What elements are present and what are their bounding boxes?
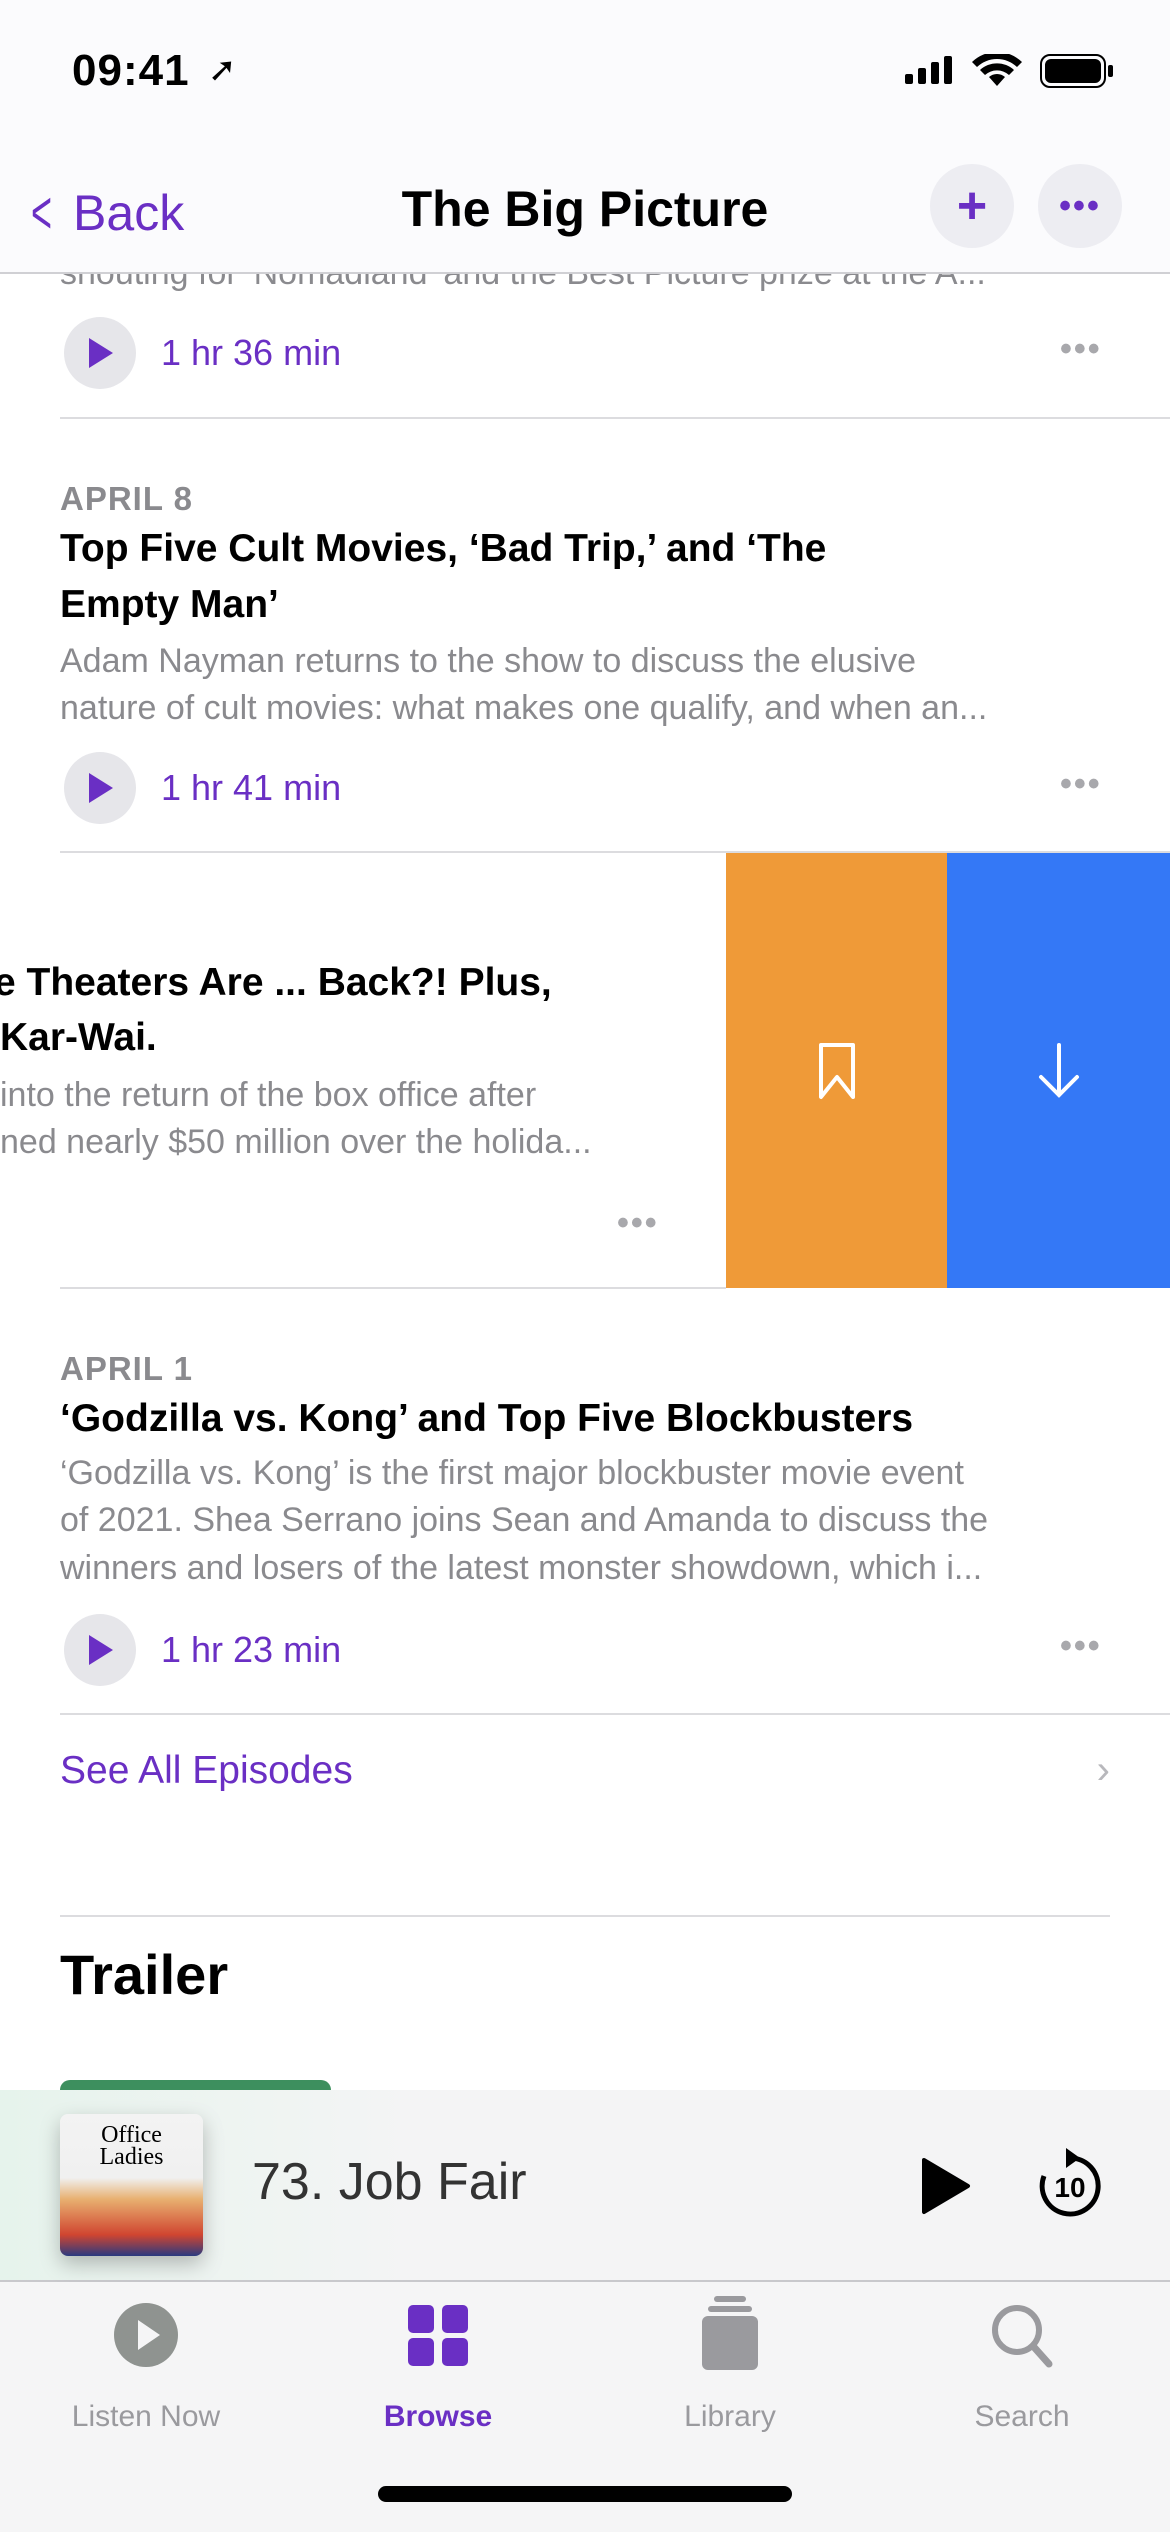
play-episode-button[interactable] [64,752,136,824]
episode-duration: 1 hr 23 min [161,1629,342,1670]
tab-listen-now[interactable]: Listen Now [0,2302,292,2434]
status-bar: 09:41 ➚ [0,0,1170,140]
episode-title[interactable]: ‘Godzilla vs. Kong’ and Top Five Blockbu… [60,1391,913,1447]
tab-label: Browse [383,2400,493,2433]
episode-title-line2[interactable]: Empty Man’ [60,577,279,633]
location-icon: ➚ [208,51,237,89]
episode-description-line3: winners and losers of the latest monster… [60,1549,983,1587]
episode-more-button[interactable]: ••• [617,1204,659,1243]
artwork-title: Office Ladies [99,2122,164,2170]
plus-icon: + [956,177,988,235]
episode-description-line2: nature of cult movies: what makes one qu… [60,689,988,727]
home-indicator[interactable] [378,2486,792,2502]
grid-icon [408,2305,468,2366]
episode-title-line2[interactable]: Kar-Wai. [0,1010,157,1066]
now-playing-title: 73. Job Fair [252,2153,527,2211]
play-button[interactable] [920,2156,972,2216]
play-icon [89,773,113,803]
save-episode-action[interactable] [726,853,947,1288]
navigation-bar: < Back The Big Picture + ••• [0,140,1170,274]
chevron-right-icon: › [1096,1748,1110,1792]
episode-description: into the return of the box office after [0,1076,537,1114]
episode-description: Adam Nayman returns to the show to discu… [60,642,917,680]
episode-duration: 1 hr 36 min [161,332,342,373]
mini-player[interactable]: Office Ladies 73. Job Fair 10 [0,2090,1170,2282]
back-button[interactable]: < Back [24,178,184,247]
library-icon [702,2296,758,2370]
podcast-artwork: Office Ladies [60,2114,203,2256]
more-button[interactable]: ••• [1038,164,1122,248]
tab-search[interactable]: Search [876,2302,1168,2434]
play-circle-icon [114,2303,178,2367]
trailer-heading: Trailer [60,1943,229,2006]
episode-duration: 1 hr 41 min [161,767,342,808]
download-episode-action[interactable] [947,853,1170,1288]
tab-label: Search [974,2400,1070,2433]
subscribe-button[interactable]: + [930,164,1014,248]
see-all-episodes-link[interactable]: See All Episodes › [60,1748,1110,1793]
episode-more-button[interactable]: ••• [1060,1627,1102,1666]
episode-more-button[interactable]: ••• [1060,765,1102,804]
episode-title[interactable]: Top Five Cult Movies, ‘Bad Trip,’ and ‘T… [60,521,826,577]
episode-more-button[interactable]: ••• [1060,330,1102,369]
divider [60,1713,1170,1715]
episode-description-line2: of 2021. Shea Serrano joins Sean and Ama… [60,1501,989,1539]
episode-date: APRIL 1 [60,1350,193,1387]
chevron-left-icon: < [31,179,53,246]
magnifier-icon [992,2305,1053,2368]
play-icon [89,1635,113,1665]
divider [60,1287,726,1289]
tab-library[interactable]: Library [584,2296,876,2434]
divider [60,1915,1110,1917]
download-arrow-icon [1038,1042,1079,1098]
back-label: Back [73,184,185,241]
episode-title[interactable]: e Theaters Are ... Back?! Plus, [0,955,552,1011]
skip-seconds: 10 [1054,2172,1086,2203]
tab-label: Listen Now [71,2400,221,2433]
clock: 09:41 [72,46,190,95]
signal-icon [905,56,952,84]
tab-browse[interactable]: Browse [292,2302,584,2434]
ellipsis-icon: ••• [1059,186,1101,225]
divider [60,417,1170,419]
play-episode-button[interactable] [64,317,136,389]
play-episode-button[interactable] [64,1614,136,1686]
episode-description-line2: ned nearly $50 million over the holida..… [0,1123,592,1161]
wifi-icon [972,54,1022,86]
battery-icon [1040,54,1113,88]
tab-label: Library [684,2400,776,2433]
play-icon [89,338,113,368]
see-all-label: See All Episodes [60,1748,353,1792]
episode-date: APRIL 8 [60,480,193,517]
bookmark-icon [818,1042,855,1099]
episode-description: ‘Godzilla vs. Kong’ is the first major b… [60,1454,964,1492]
skip-forward-button[interactable]: 10 [1036,2148,1104,2222]
tab-bar: Listen Now Browse Library Search [0,2282,1170,2532]
